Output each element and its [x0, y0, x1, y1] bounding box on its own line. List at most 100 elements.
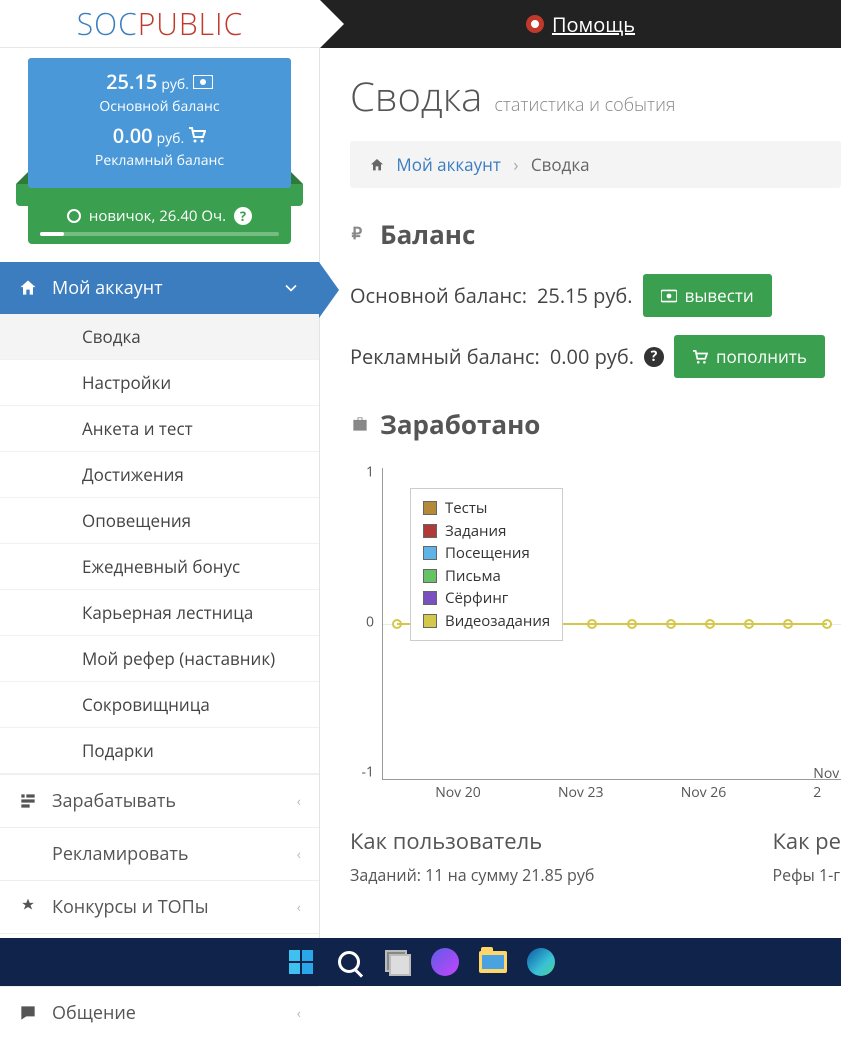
taskbar-explorer[interactable] — [478, 947, 508, 977]
section-icon — [18, 791, 38, 811]
x-tick: Nov 23 — [558, 783, 604, 802]
level-points-suffix: Оч. — [201, 206, 226, 226]
section-icon — [18, 897, 38, 917]
sidebar: 25.15 руб. Основной баланс 0.00 руб. Рек… — [0, 48, 320, 938]
sidebar-item[interactable]: Подарки — [0, 728, 319, 774]
x-tick: Nov 20 — [435, 783, 481, 802]
taskbar-search[interactable] — [334, 947, 364, 977]
sidebar-item[interactable]: Сводка — [0, 314, 319, 360]
chevron-left-icon: ‹ — [297, 792, 301, 811]
lifebuoy-icon — [526, 15, 544, 33]
balance-section-title: ₽ Баланс — [350, 216, 841, 252]
topup-button[interactable]: пополнить — [674, 335, 825, 378]
menu-section[interactable]: Рекламировать‹ — [0, 827, 319, 880]
level-name: новичок — [89, 206, 152, 226]
help-link[interactable]: Помощь — [526, 11, 635, 38]
section-icon — [18, 844, 38, 864]
ad-balance-currency: руб. — [157, 129, 185, 148]
main-balance-amount: 25.15 — [106, 68, 157, 95]
cart-icon — [188, 127, 206, 143]
sidebar-item[interactable]: Мой рефер (наставник) — [0, 636, 319, 682]
main-bal-label: Основной баланс: — [350, 282, 527, 309]
taskbar-start[interactable] — [286, 947, 316, 977]
menu-section[interactable]: Зарабатывать‹ — [0, 774, 319, 827]
chart-segment — [749, 623, 788, 625]
content: Сводка статистика и события Мой аккаунт … — [320, 48, 841, 938]
chart-segment — [710, 623, 749, 625]
earnings-chart: 1 0 -1 Nov 20 Nov 23 Nov 26 Nov 2 ТестыЗ… — [350, 462, 841, 802]
legend-item: Задания — [423, 520, 550, 543]
legend-swatch — [423, 591, 437, 605]
menu-section[interactable]: Конкурсы и ТОПы‹ — [0, 880, 319, 933]
taskbar-edge[interactable] — [526, 947, 556, 977]
user-stats-title: Как пользователь — [350, 826, 594, 856]
logo-part1: SOC — [77, 3, 138, 44]
sidebar-item[interactable]: Ежедневный бонус — [0, 544, 319, 590]
level-progress — [40, 232, 279, 236]
sidebar-item[interactable]: Настройки — [0, 360, 319, 406]
breadcrumb-sep: › — [513, 153, 518, 176]
logo-part2: PUBLIC — [138, 3, 244, 44]
breadcrumb-current: Сводка — [531, 153, 590, 176]
menu-section[interactable]: Общение‹ — [0, 986, 319, 1039]
sidebar-item[interactable]: Сокровищница — [0, 682, 319, 728]
ruble-icon: ₽ — [350, 224, 370, 244]
menu-account-header[interactable]: Мой аккаунт — [0, 262, 319, 314]
breadcrumb: Мой аккаунт › Сводка — [350, 141, 841, 188]
legend-item: Посещения — [423, 542, 550, 565]
page-title: Сводка статистика и события — [350, 68, 841, 123]
ad-balance-label: Рекламный баланс — [36, 151, 283, 170]
sidebar-item[interactable]: Карьерная лестница — [0, 590, 319, 636]
ref-stats-line: Рефы 1-г — [772, 864, 841, 886]
taskbar-chat[interactable] — [430, 947, 460, 977]
main-balance-currency: руб. — [161, 75, 189, 94]
question-icon[interactable]: ? — [644, 347, 664, 367]
question-icon[interactable]: ? — [234, 207, 252, 225]
windows-taskbar — [0, 938, 841, 986]
balance-card[interactable]: 25.15 руб. Основной баланс 0.00 руб. Рек… — [28, 58, 291, 188]
main-bal-value: 25.15 руб. — [537, 282, 633, 309]
withdraw-button[interactable]: вывести — [643, 274, 772, 317]
ad-balance-amount: 0.00 — [113, 122, 153, 149]
y-tick: 1 — [366, 462, 374, 481]
sidebar-item[interactable]: Анкета и тест — [0, 406, 319, 452]
user-stats-line: Заданий: 11 на сумму 21.85 руб — [350, 864, 594, 886]
chevron-down-icon — [281, 278, 301, 298]
legend-item: Сёрфинг — [423, 587, 550, 610]
chart-segment — [592, 623, 631, 625]
section-icon — [18, 1003, 38, 1023]
main-balance-label: Основной баланс — [36, 97, 283, 116]
chart-legend: ТестыЗаданияПосещенияПисьмаСёрфингВидеоз… — [410, 488, 563, 641]
chevron-left-icon: ‹ — [297, 1004, 301, 1023]
ad-bal-label: Рекламный баланс: — [350, 343, 540, 370]
legend-swatch — [423, 614, 437, 628]
money-icon — [661, 289, 677, 303]
legend-swatch — [423, 524, 437, 538]
chevron-left-icon: ‹ — [297, 845, 301, 864]
ad-bal-value: 0.00 руб. — [550, 343, 634, 370]
legend-item: Видеозадания — [423, 610, 550, 633]
y-tick: -1 — [361, 763, 374, 782]
level-bar[interactable]: новичок, 26.40 Оч. ? — [28, 198, 291, 244]
y-tick: 0 — [366, 613, 374, 632]
chart-segment — [788, 623, 827, 625]
page-title-main: Сводка — [350, 68, 482, 123]
legend-swatch — [423, 569, 437, 583]
menu-account-label: Мой аккаунт — [52, 276, 163, 300]
x-tick: Nov 26 — [681, 783, 727, 802]
sidebar-item[interactable]: Оповещения — [0, 498, 319, 544]
breadcrumb-root[interactable]: Мой аккаунт — [396, 153, 500, 176]
ref-stats-title: Как ре — [772, 826, 841, 856]
chevron-left-icon: ‹ — [297, 898, 301, 917]
page-subtitle: статистика и события — [494, 93, 675, 117]
legend-swatch — [423, 546, 437, 560]
chart-segment — [632, 623, 671, 625]
logo-area[interactable]: SOCPUBLIC — [0, 0, 320, 48]
home-icon — [18, 278, 38, 298]
legend-swatch — [423, 501, 437, 515]
taskbar-taskview[interactable] — [382, 947, 412, 977]
legend-item: Письма — [423, 565, 550, 588]
legend-item: Тесты — [423, 497, 550, 520]
sidebar-item[interactable]: Достижения — [0, 452, 319, 498]
top-nav: Помощь — [320, 0, 841, 48]
